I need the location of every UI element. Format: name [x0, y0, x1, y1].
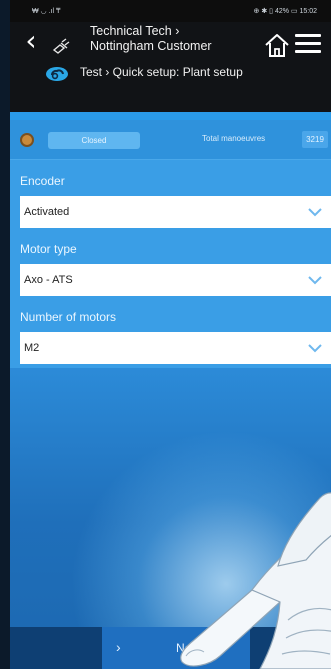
- total-manoeuvres-value: 3219: [302, 131, 328, 148]
- encoder-label: Encoder: [20, 174, 65, 188]
- status-row: Closed Total manoeuvres 3219: [10, 120, 331, 160]
- status-bar-right: ⊕ ✱ ▯ 42% ▭ 15:02: [253, 8, 317, 15]
- chevron-down-icon: [308, 344, 322, 353]
- status-indicator: [20, 133, 34, 147]
- breadcrumb: Test › Quick setup: Plant setup: [80, 65, 243, 79]
- plug-icon[interactable]: [52, 36, 74, 54]
- home-icon[interactable]: [263, 32, 291, 58]
- encoder-select[interactable]: Activated: [20, 196, 331, 228]
- header-title: Technical Tech › Nottingham Customer: [90, 24, 240, 54]
- motor-type-label: Motor type: [20, 242, 77, 256]
- status-bar: ₩ ◡ .ıl ₸ ⊕ ✱ ▯ 42% ▭ 15:02: [10, 0, 331, 22]
- header-title-line2: Nottingham Customer: [90, 39, 212, 53]
- motor-type-select-value: Axo - ATS: [24, 274, 73, 286]
- encoder-select-value: Activated: [24, 206, 70, 218]
- chevron-down-icon: [308, 208, 322, 217]
- motor-type-select[interactable]: Axo - ATS: [20, 264, 331, 296]
- status-bar-left: ₩ ◡ .ıl ₸: [32, 8, 61, 15]
- plant-setup-form: Encoder Activated Motor type Axo - ATS N…: [10, 160, 331, 368]
- header-title-line1: Technical Tech ›: [90, 24, 180, 38]
- next-chevron-icon: ›: [116, 639, 121, 655]
- total-manoeuvres-label: Total manoeuvres: [202, 134, 266, 143]
- chevron-down-icon: [308, 276, 322, 285]
- number-of-motors-label: Number of motors: [20, 310, 117, 324]
- number-of-motors-select[interactable]: M2: [20, 332, 331, 364]
- pointing-hand-image: [180, 492, 331, 669]
- back-chevron-icon[interactable]: ‹: [20, 27, 42, 55]
- cloud-icon: [46, 67, 68, 81]
- phone-screen: ₩ ◡ .ıl ₸ ⊕ ✱ ▯ 42% ▭ 15:02 ‹ Technical …: [10, 0, 331, 669]
- status-badge: Closed: [48, 132, 140, 149]
- number-of-motors-select-value: M2: [24, 342, 40, 354]
- menu-icon[interactable]: [295, 34, 321, 56]
